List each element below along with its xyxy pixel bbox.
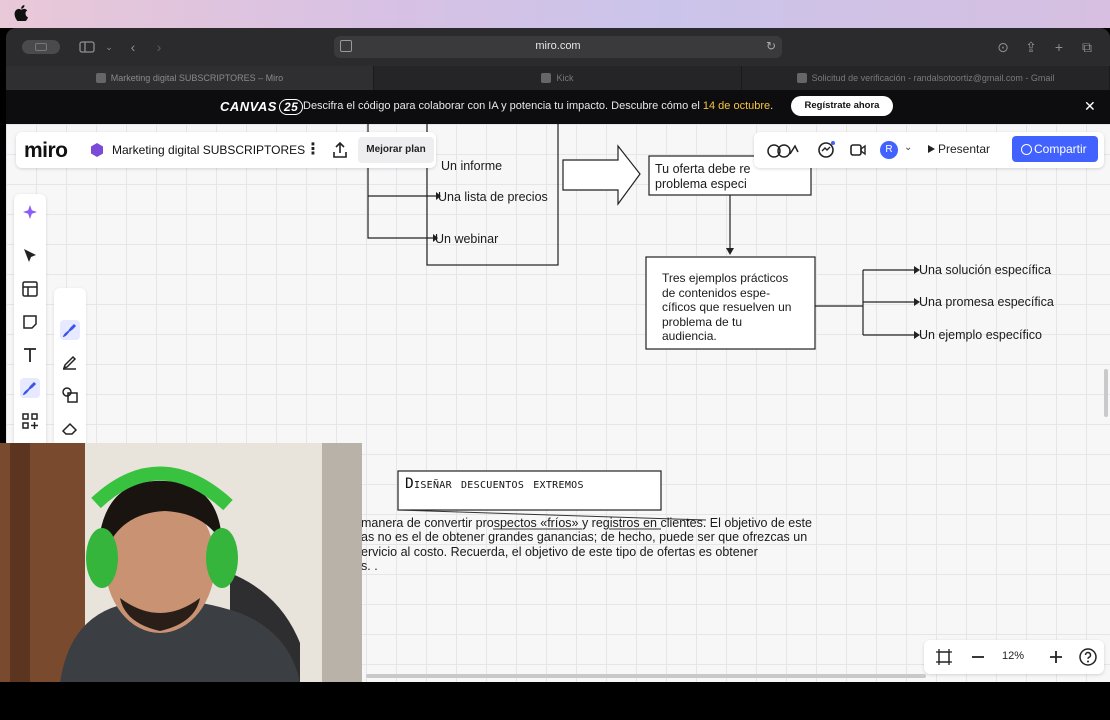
miro-logo[interactable]: miro [24,139,68,163]
present-button[interactable]: Presentar [926,136,1008,162]
banner-date: 14 de octubre [702,100,771,112]
apple-logo-icon[interactable] [14,5,28,21]
forward-icon[interactable]: › [150,38,168,56]
board-title[interactable]: Marketing digital SUBSCRIPTORES [112,143,305,157]
shape-recognition-icon[interactable] [60,385,80,405]
share-button[interactable]: Compartir [1012,136,1098,162]
webcam-overlay [0,443,362,683]
list-item-solucion[interactable]: Una solución específica [919,263,1051,277]
text-tool-icon[interactable] [20,345,40,365]
new-tab-icon[interactable]: + [1050,38,1068,56]
section-heading[interactable]: Diseñar descuentos extremos [405,476,584,492]
miro-favicon-icon [95,73,106,83]
ai-sparkle-icon[interactable] [20,202,40,222]
banner-text-end: . [770,100,774,112]
paragraph-line: manera de convertir prospectos «fríos» y… [361,516,812,530]
collab-toolbar: R ⌄ Presentar Compartir [754,132,1104,168]
horizontal-scrollbar[interactable] [366,674,926,678]
browser-toolbar: ⌄ ‹ › miro.com ↻ ⊙ ⇪ + ⧉ [6,28,1110,66]
kick-favicon-icon [541,73,552,83]
gmail-favicon-icon [796,73,807,83]
more-options-icon[interactable]: ⋮ [305,139,321,159]
vertical-scrollbar[interactable] [1104,369,1108,417]
paragraph-line: s. . [361,559,378,574]
pen-tool-icon[interactable] [20,378,40,398]
examples-box-text[interactable]: Tres ejemplos prácticos de contenidos es… [662,271,791,344]
list-item-informe[interactable]: Un informe [441,159,502,173]
tab-label: Kick [556,73,574,83]
tab-label: Marketing digital SUBSCRIPTORES – Miro [110,73,284,83]
templates-icon[interactable] [20,279,40,299]
share-icon[interactable]: ⇪ [1022,38,1040,56]
list-item-promesa[interactable]: Una promesa específica [919,295,1054,309]
offer-box-text[interactable]: Tu oferta debe re problema especi [655,162,750,191]
tab-label: Solicitud de verificación - randalsotoor… [811,73,1055,83]
offer-line: Tu oferta debe re [655,162,751,176]
pen-icon[interactable] [60,320,80,340]
export-icon[interactable] [330,140,350,160]
list-item-webinar[interactable]: Un webinar [435,232,498,246]
chevron-down-icon[interactable]: ⌄ [904,142,912,153]
reactions-icon[interactable] [766,140,802,160]
examples-line: de contenidos espe- [662,285,771,300]
list-item-ejemplo[interactable]: Un ejemplo específico [919,328,1042,342]
sidebar-toggle-icon[interactable] [78,38,96,56]
canvas-logo-text: CANVAS [220,99,277,114]
tab-bar: Marketing digital SUBSCRIPTORES – Miro K… [6,66,1110,90]
examples-line: audiencia. [662,329,717,343]
back-icon[interactable]: ‹ [124,38,142,56]
screen: ⌄ ‹ › miro.com ↻ ⊙ ⇪ + ⧉ Marketing digit… [0,0,1110,720]
examples-line: cíficos que resuelven un [662,300,792,314]
webcam-person-image [0,443,362,683]
examples-line: Tres ejemplos prácticos [662,271,789,285]
upgrade-plan-button[interactable]: Mejorar plan [358,137,434,163]
tab-gmail[interactable]: Solicitud de verificación - randalsotoor… [742,66,1110,90]
list-item-precios[interactable]: Una lista de precios [438,190,548,204]
board-header: miro Marketing digital SUBSCRIPTORES ⋮ M… [16,132,436,168]
video-call-icon[interactable] [848,140,868,160]
chevron-down-icon[interactable]: ⌄ [100,38,118,56]
paragraph-line: as no es el de obtener grandes ganancias… [361,530,808,545]
comments-icon[interactable] [816,140,836,160]
canvas-logo: CANVAS 25 [220,99,304,115]
tab-kick[interactable]: Kick [374,66,742,90]
download-icon[interactable]: ⊙ [994,38,1012,56]
highlighter-icon[interactable] [60,352,80,372]
main-toolbar [14,194,46,454]
user-avatar[interactable]: R [880,141,898,159]
address-bar[interactable]: miro.com ↻ [334,36,782,58]
window-controls[interactable] [22,40,60,54]
examples-line: problema de tu [662,314,743,329]
select-cursor-icon[interactable] [20,246,40,266]
canvas-logo-badge: 25 [278,99,304,115]
sticky-note-icon[interactable] [20,312,40,332]
zoom-controls: 12% [924,640,1104,674]
zoom-level[interactable]: 12% [1002,650,1024,662]
screen-bottom-bar [0,682,1110,720]
close-icon[interactable]: ✕ [1084,98,1096,115]
paragraph-line: ervicio al costo. Recuerda, el objetivo … [361,544,758,559]
fit-to-screen-icon[interactable] [934,647,954,667]
tab-miro[interactable]: Marketing digital SUBSCRIPTORES – Miro [6,66,374,90]
zoom-out-icon[interactable] [968,647,988,667]
board-cube-icon [91,143,103,157]
help-icon[interactable] [1078,647,1098,667]
offer-line: problema especi [655,176,747,191]
url-text: miro.com [535,40,581,52]
zoom-in-icon[interactable] [1046,647,1066,667]
reload-icon[interactable]: ↻ [766,39,776,53]
promo-banner: CANVAS 25 Descifra el código para colabor… [6,90,1110,124]
more-apps-icon[interactable] [20,411,40,431]
eraser-icon[interactable] [60,418,80,438]
macos-menubar [0,0,1110,28]
banner-text: Descifra el código para colaborar con IA… [303,100,773,112]
register-button[interactable]: Regístrate ahora [791,96,893,116]
paragraph-text[interactable]: manera de convertir prospectos «fríos» y… [361,516,831,574]
pen-subtoolbar [54,288,86,463]
banner-text-main: Descifra el código para colaborar con IA… [303,100,703,112]
tab-overview-icon[interactable]: ⧉ [1078,38,1096,56]
